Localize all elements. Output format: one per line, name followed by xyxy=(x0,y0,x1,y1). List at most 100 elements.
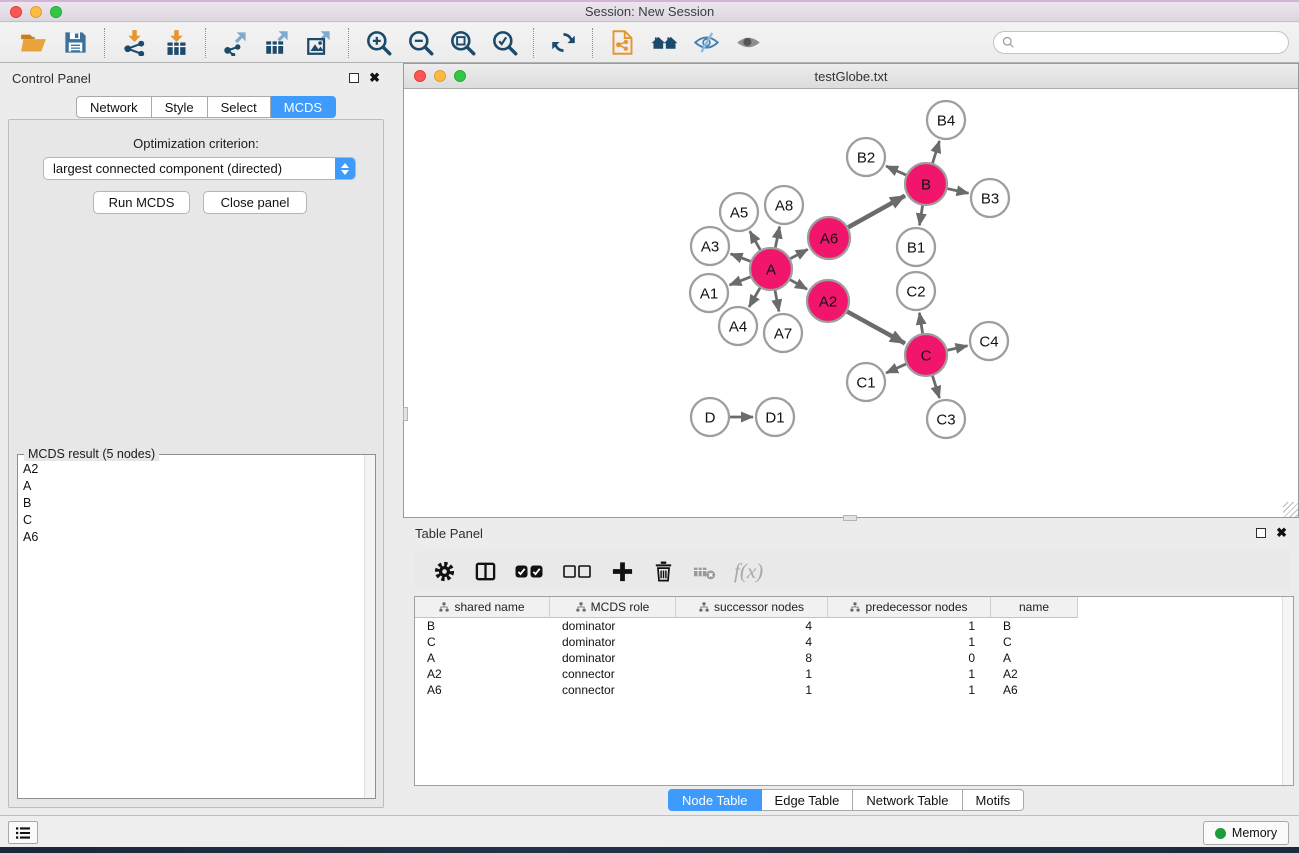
table-cell[interactable]: C xyxy=(415,634,550,650)
graph-node-A5[interactable]: A5 xyxy=(720,193,758,231)
graph-node-B2[interactable]: B2 xyxy=(847,138,885,176)
table-cell[interactable]: B xyxy=(991,618,1078,634)
graph-edge-B-B2[interactable] xyxy=(886,166,909,176)
window-resize-grip-corner[interactable] xyxy=(1283,502,1298,517)
tab-select[interactable]: Select xyxy=(208,96,271,118)
table-row[interactable]: A6connector11A6 xyxy=(415,682,1293,698)
graph-node-A1[interactable]: A1 xyxy=(690,274,728,312)
close-table-panel-icon[interactable]: ✖ xyxy=(1276,528,1287,538)
result-scrollbar[interactable] xyxy=(364,455,375,798)
save-session-button[interactable] xyxy=(58,27,92,59)
split-view-button[interactable] xyxy=(474,560,497,583)
graph-node-A4[interactable]: A4 xyxy=(719,307,757,345)
show-task-history-button[interactable] xyxy=(8,821,38,844)
select-all-button[interactable] xyxy=(515,565,545,578)
graph-edge-A-A5[interactable] xyxy=(750,231,762,252)
column-header-shared-name[interactable]: shared name xyxy=(415,597,550,618)
table-cell[interactable]: A6 xyxy=(991,682,1078,698)
table-row[interactable]: Adominator80A xyxy=(415,650,1293,666)
table-cell[interactable]: dominator xyxy=(550,618,676,634)
graph-edge-B-B4[interactable] xyxy=(932,141,940,166)
float-panel-icon[interactable] xyxy=(349,73,359,83)
result-list-item[interactable]: A xyxy=(19,478,363,495)
deselect-all-button[interactable] xyxy=(563,565,593,578)
zoom-in-button[interactable] xyxy=(361,27,395,59)
table-row[interactable]: Bdominator41B xyxy=(415,618,1293,634)
column-header-name[interactable]: name xyxy=(991,597,1078,618)
refresh-button[interactable] xyxy=(546,27,580,59)
criterion-dropdown[interactable]: largest connected component (directed) xyxy=(43,157,356,180)
window-resize-grip-left[interactable] xyxy=(403,407,408,421)
tab-mcds[interactable]: MCDS xyxy=(271,96,336,118)
graph-node-D1[interactable]: D1 xyxy=(756,398,794,436)
table-cell[interactable]: B xyxy=(415,618,550,634)
graph-node-A6[interactable]: A6 xyxy=(808,217,850,259)
graph-edge-B-B3[interactable] xyxy=(945,188,969,193)
result-list-item[interactable]: A2 xyxy=(19,461,363,478)
table-settings-button[interactable] xyxy=(433,560,456,583)
network-canvas[interactable]: AA1A2A3A4A5A6A7A8BB1B2B3B4CC1C2C3C4DD1 xyxy=(404,89,1298,517)
table-cell[interactable]: A2 xyxy=(415,666,550,682)
table-cell[interactable]: 1 xyxy=(828,618,991,634)
table-row[interactable]: Cdominator41C xyxy=(415,634,1293,650)
table-cell[interactable]: 4 xyxy=(676,634,828,650)
graph-edge-C-C3[interactable] xyxy=(932,373,940,398)
zoom-out-button[interactable] xyxy=(403,27,437,59)
panel-divider-grip[interactable] xyxy=(843,515,857,521)
export-network-button[interactable] xyxy=(218,27,252,59)
table-cell[interactable]: 1 xyxy=(828,682,991,698)
delete-column-button[interactable] xyxy=(652,560,675,583)
column-header-successor-nodes[interactable]: successor nodes xyxy=(676,597,828,618)
graph-node-A[interactable]: A xyxy=(750,248,792,290)
graph-edge-A-A2[interactable] xyxy=(788,278,808,289)
graph-edge-A-A4[interactable] xyxy=(749,285,761,307)
table-cell[interactable]: A6 xyxy=(415,682,550,698)
table-cell[interactable]: 1 xyxy=(828,634,991,650)
result-list-item[interactable]: B xyxy=(19,495,363,512)
table-cell[interactable]: connector xyxy=(550,666,676,682)
graph-edge-C-C1[interactable] xyxy=(886,363,909,373)
tab-network[interactable]: Network xyxy=(76,96,152,118)
graph-edge-A2-C[interactable] xyxy=(845,310,905,343)
graph-node-A2[interactable]: A2 xyxy=(807,280,849,322)
table-cell[interactable]: dominator xyxy=(550,650,676,666)
add-column-button[interactable] xyxy=(611,560,634,583)
graph-node-B3[interactable]: B3 xyxy=(971,179,1009,217)
tab-node-table[interactable]: Node Table xyxy=(668,789,762,811)
table-cell[interactable]: connector xyxy=(550,682,676,698)
run-mcds-button[interactable]: Run MCDS xyxy=(93,191,190,214)
tab-network-table[interactable]: Network Table xyxy=(853,789,962,811)
tab-style[interactable]: Style xyxy=(152,96,208,118)
table-cell[interactable]: C xyxy=(991,634,1078,650)
close-panel-button[interactable]: Close panel xyxy=(203,191,307,214)
graph-edge-A6-B[interactable] xyxy=(846,196,905,229)
graph-edge-B-B1[interactable] xyxy=(919,203,923,226)
table-cell[interactable]: 1 xyxy=(676,682,828,698)
graph-node-B4[interactable]: B4 xyxy=(927,101,965,139)
column-header-mcds-role[interactable]: MCDS role xyxy=(550,597,676,618)
function-builder-button[interactable]: f(x) xyxy=(734,559,763,584)
graph-node-C1[interactable]: C1 xyxy=(847,363,885,401)
table-cell[interactable]: 1 xyxy=(828,666,991,682)
open-session-button[interactable] xyxy=(16,27,50,59)
graph-edge-A-A7[interactable] xyxy=(775,288,779,312)
graph-node-A8[interactable]: A8 xyxy=(765,186,803,224)
show-panel-button[interactable] xyxy=(731,27,765,59)
graph-edge-C-C2[interactable] xyxy=(919,313,923,336)
delete-table-button[interactable] xyxy=(693,560,716,583)
table-cell[interactable]: A xyxy=(991,650,1078,666)
home-button[interactable] xyxy=(647,27,681,59)
graph-edge-A-A6[interactable] xyxy=(788,249,808,260)
graph-node-C[interactable]: C xyxy=(905,334,947,376)
import-network-button[interactable] xyxy=(117,27,151,59)
graph-node-C2[interactable]: C2 xyxy=(897,272,935,310)
float-table-panel-icon[interactable] xyxy=(1256,528,1266,538)
graph-node-C3[interactable]: C3 xyxy=(927,400,965,438)
graph-edge-A-A3[interactable] xyxy=(731,254,754,263)
graph-node-B[interactable]: B xyxy=(905,163,947,205)
import-table-button[interactable] xyxy=(159,27,193,59)
graph-edge-C-C4[interactable] xyxy=(945,346,968,351)
close-panel-icon[interactable]: ✖ xyxy=(369,73,380,83)
graph-edge-A-A1[interactable] xyxy=(730,276,754,285)
column-header-predecessor-nodes[interactable]: predecessor nodes xyxy=(828,597,991,618)
